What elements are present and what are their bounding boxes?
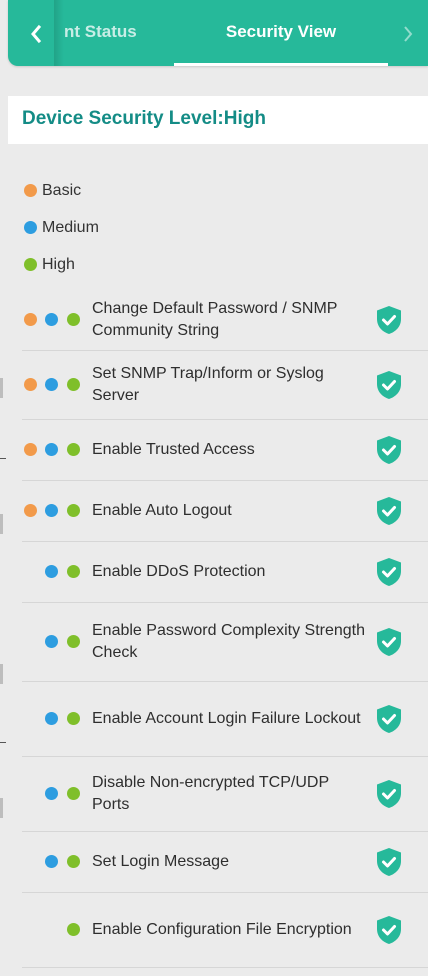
item-label: Enable Auto Logout xyxy=(92,502,232,519)
medium-dot-icon xyxy=(45,443,58,456)
legend-label: Medium xyxy=(42,218,99,236)
list-item: Enable Password Complexity Strength Chec… xyxy=(22,603,428,682)
item-label: Enable Trusted Access xyxy=(92,441,255,458)
item-label: Set Login Message xyxy=(92,853,229,870)
high-dot-icon xyxy=(67,565,80,578)
security-view-page: nt Status Security View Device Security … xyxy=(0,0,428,976)
level-dots xyxy=(22,443,84,457)
medium-dot-icon xyxy=(45,504,58,517)
legend-item-medium: Medium xyxy=(24,209,99,246)
level-dots xyxy=(22,923,84,937)
list-item: Set SNMP Trap/Inform or Syslog Server xyxy=(22,351,428,420)
list-item: Enable Configuration File Encryption xyxy=(22,893,428,968)
shield-check-icon xyxy=(377,848,401,876)
shield-check-icon xyxy=(377,558,401,586)
high-dot-icon xyxy=(67,923,80,936)
tab-status[interactable]: nt Status xyxy=(64,22,137,42)
shield-check-icon xyxy=(377,371,401,399)
item-label: Change Default Password / SNMP Community… xyxy=(92,300,338,339)
level-dots xyxy=(22,378,84,392)
edge-marker xyxy=(0,664,3,684)
medium-dot-icon xyxy=(45,313,58,326)
basic-dot-icon xyxy=(24,443,37,456)
medium-dot-icon xyxy=(45,635,58,648)
basic-dot-icon xyxy=(24,184,37,197)
legend-label: High xyxy=(42,255,75,273)
high-dot-icon xyxy=(67,635,80,648)
edge-marker xyxy=(0,378,3,398)
shield-check-icon xyxy=(377,916,401,944)
medium-dot-icon xyxy=(45,712,58,725)
high-dot-icon xyxy=(67,443,80,456)
shield-check-icon xyxy=(377,306,401,334)
high-dot-icon xyxy=(67,712,80,725)
tab-security-view-label: Security View xyxy=(225,22,337,41)
level-dots xyxy=(22,635,84,649)
item-label: Disable Non-encrypted TCP/UDP Ports xyxy=(92,774,329,813)
edge-marker xyxy=(0,742,6,743)
medium-dot-icon xyxy=(45,855,58,868)
basic-dot-icon xyxy=(24,504,37,517)
item-label: Enable Password Complexity Strength Chec… xyxy=(92,622,366,661)
shield-check-icon xyxy=(377,436,401,464)
medium-dot-icon xyxy=(45,565,58,578)
list-item: Set Login Message xyxy=(22,832,428,893)
edge-marker xyxy=(0,514,3,534)
security-checklist: Change Default Password / SNMP Community… xyxy=(22,290,428,968)
tab-scroll-next-button[interactable] xyxy=(394,18,422,50)
level-dots xyxy=(22,712,84,726)
chevron-left-icon xyxy=(31,24,42,44)
tab-bar: nt Status Security View xyxy=(8,0,428,66)
tab-scroll-shadow xyxy=(54,0,64,66)
list-item: Enable DDoS Protection xyxy=(22,542,428,603)
level-dots xyxy=(22,313,84,327)
chevron-right-icon xyxy=(404,26,413,42)
shield-check-icon xyxy=(377,705,401,733)
level-dots xyxy=(22,787,84,801)
item-label: Enable DDoS Protection xyxy=(92,563,266,580)
medium-dot-icon xyxy=(24,221,37,234)
security-level-title: Device Security Level:High xyxy=(22,108,266,129)
level-dots xyxy=(22,855,84,869)
medium-dot-icon xyxy=(45,378,58,391)
high-dot-icon xyxy=(67,378,80,391)
shield-check-icon xyxy=(377,780,401,808)
level-dots xyxy=(22,504,84,518)
legend-item-basic: Basic xyxy=(24,172,99,209)
medium-dot-icon xyxy=(45,787,58,800)
basic-dot-icon xyxy=(24,313,37,326)
legend-label: Basic xyxy=(42,181,82,199)
edge-marker xyxy=(0,798,3,818)
high-dot-icon xyxy=(67,855,80,868)
tab-security-view[interactable]: Security View xyxy=(174,0,388,66)
high-dot-icon xyxy=(67,313,80,326)
item-label: Enable Account Login Failure Lockout xyxy=(92,710,361,727)
list-item: Enable Auto Logout xyxy=(22,481,428,542)
list-item: Enable Account Login Failure Lockout xyxy=(22,682,428,757)
legend-item-high: High xyxy=(24,246,99,283)
level-legend: Basic Medium High xyxy=(24,172,99,283)
list-item: Enable Trusted Access xyxy=(22,420,428,481)
security-level-banner: Device Security Level:High xyxy=(8,96,428,144)
shield-check-icon xyxy=(377,628,401,656)
high-dot-icon xyxy=(67,504,80,517)
edge-marker xyxy=(0,458,6,459)
list-item: Change Default Password / SNMP Community… xyxy=(22,290,428,351)
item-label: Set SNMP Trap/Inform or Syslog Server xyxy=(92,365,324,404)
shield-check-icon xyxy=(377,497,401,525)
high-dot-icon xyxy=(24,258,37,271)
basic-dot-icon xyxy=(24,378,37,391)
item-label: Enable Configuration File Encryption xyxy=(92,921,352,938)
active-tab-indicator xyxy=(174,63,388,66)
high-dot-icon xyxy=(67,787,80,800)
list-item: Disable Non-encrypted TCP/UDP Ports xyxy=(22,757,428,832)
level-dots xyxy=(22,565,84,579)
tab-scroll-prev-button[interactable] xyxy=(18,18,54,50)
